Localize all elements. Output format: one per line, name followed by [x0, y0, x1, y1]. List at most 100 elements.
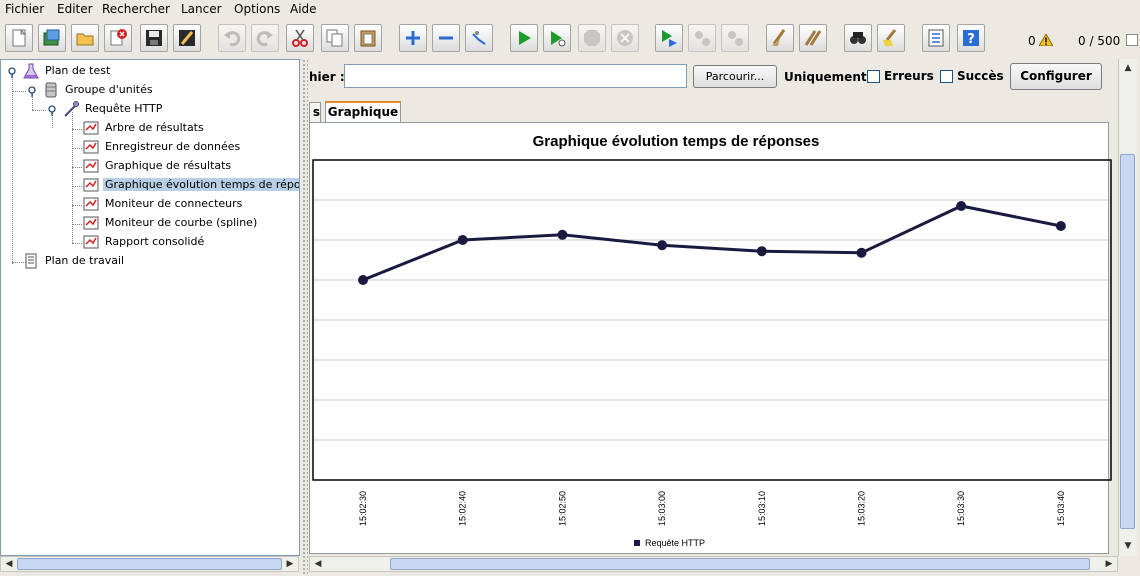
templates-icon: [43, 29, 60, 46]
help-button[interactable]: ?: [957, 24, 985, 52]
tree-item-connection-monitor[interactable]: Moniteur de connecteurs: [83, 195, 244, 213]
tree-horizontal-scrollbar[interactable]: ◀ ▶: [0, 556, 299, 572]
menu-fichier[interactable]: Fichier: [5, 2, 44, 16]
toggle-button[interactable]: [465, 24, 493, 52]
menu-rechercher[interactable]: Rechercher: [102, 2, 170, 16]
file-label: hier :: [309, 70, 345, 84]
panel-splitter[interactable]: [302, 59, 308, 576]
configure-button[interactable]: Configurer: [1010, 63, 1102, 90]
templates-button[interactable]: [38, 24, 66, 52]
tree-item-label: Arbre de résultats: [105, 121, 204, 134]
save-button[interactable]: [140, 24, 168, 52]
thread-group-icon: [45, 82, 57, 98]
search-button[interactable]: [844, 24, 872, 52]
threads-counter: 0 / 500: [1078, 34, 1121, 48]
tree-item-results-graph[interactable]: Graphique de résultats: [83, 157, 233, 175]
stop-button[interactable]: [578, 24, 606, 52]
data-point: [457, 235, 468, 245]
menu-options[interactable]: Options: [234, 2, 280, 16]
scrollbar-thumb[interactable]: [390, 558, 1090, 570]
tree-item-data-recorder[interactable]: Enregistreur de données: [83, 138, 242, 156]
menu-lancer[interactable]: Lancer: [181, 2, 222, 16]
tree-item-label: Groupe d'unités: [65, 83, 153, 96]
start-no-pause-icon: [551, 31, 566, 47]
tree-expander-icon[interactable]: [27, 86, 39, 98]
workbench-icon: [25, 253, 37, 269]
browse-button[interactable]: Parcourir...: [693, 65, 777, 88]
tree-item-aggregate-report[interactable]: Rapport consolidé: [83, 233, 206, 251]
tree-item-thread-group[interactable]: Groupe d'unités: [43, 81, 155, 99]
shutdown-button[interactable]: [611, 24, 639, 52]
tree-connector: [12, 91, 26, 92]
function-helper-button[interactable]: [922, 24, 950, 52]
paste-button[interactable]: [354, 24, 382, 52]
start-no-pause-button[interactable]: [543, 24, 571, 52]
clear-button[interactable]: [766, 24, 794, 52]
new-button[interactable]: [5, 24, 33, 52]
errors-checkbox[interactable]: [867, 70, 880, 83]
remote-start-button[interactable]: [655, 24, 683, 52]
file-input[interactable]: [344, 64, 687, 88]
tree-item-workbench[interactable]: Plan de travail: [23, 252, 126, 270]
panel-horizontal-scrollbar[interactable]: ◀ ▶: [309, 556, 1118, 572]
start-button[interactable]: [510, 24, 538, 52]
tree-expander-icon[interactable]: [7, 67, 19, 79]
cut-button[interactable]: [286, 24, 314, 52]
remote-shutdown-button[interactable]: [721, 24, 749, 52]
paste-icon: [360, 30, 376, 47]
scroll-right-arrow-icon[interactable]: ▶: [283, 557, 297, 571]
open-button[interactable]: [71, 24, 99, 52]
x-tick-label: 15:03:30: [956, 491, 966, 526]
copy-button[interactable]: [321, 24, 349, 52]
x-tick-label: 15:02:50: [557, 491, 567, 526]
scroll-up-arrow-icon[interactable]: ▲: [1121, 61, 1135, 75]
menu-editer[interactable]: Editer: [57, 2, 93, 16]
remote-shutdown-icon: [728, 31, 743, 46]
tree-item-response-time-graph[interactable]: Graphique évolution temps de réponses: [83, 176, 299, 194]
undo-button[interactable]: [218, 24, 246, 52]
open-icon: [76, 33, 94, 46]
scroll-down-arrow-icon[interactable]: ▼: [1121, 539, 1135, 553]
tree-item-label: Moniteur de connecteurs: [105, 197, 243, 210]
scrollbar-thumb[interactable]: [17, 558, 282, 570]
menu-aide[interactable]: Aide: [290, 2, 317, 16]
test-plan-icon: [23, 63, 39, 79]
expand-button[interactable]: [399, 24, 427, 52]
remote-start-icon: [662, 30, 677, 47]
vertical-scrollbar[interactable]: ▲ ▼: [1118, 59, 1137, 556]
clear-all-button[interactable]: [799, 24, 827, 52]
tree-expander-icon[interactable]: [47, 105, 59, 117]
x-tick-label: 15:03:00: [657, 491, 667, 526]
test-plan-tree[interactable]: Plan de test Groupe d'unités Requête HTT…: [0, 59, 300, 556]
listener-icon: [83, 197, 99, 211]
close-button[interactable]: [104, 24, 132, 52]
collapse-button[interactable]: [432, 24, 460, 52]
chart-legend: Requête HTTP: [634, 538, 705, 548]
edit-icon: [179, 30, 195, 46]
tree-connector: [72, 243, 82, 244]
tree-item-spline-monitor[interactable]: Moniteur de courbe (spline): [83, 214, 259, 232]
tree-item-http-request[interactable]: Requête HTTP: [63, 100, 164, 118]
tree-connector: [72, 205, 82, 206]
scrollbar-thumb[interactable]: [1120, 154, 1135, 529]
remote-stop-button[interactable]: [688, 24, 716, 52]
tree-item-label: Enregistreur de données: [105, 140, 241, 153]
listener-icon: [83, 159, 99, 173]
tab-previous[interactable]: s: [309, 102, 321, 122]
new-icon: [12, 28, 27, 47]
svg-text:?: ?: [967, 32, 975, 47]
scroll-right-arrow-icon[interactable]: ▶: [1102, 557, 1116, 571]
scroll-left-arrow-icon[interactable]: ◀: [2, 557, 16, 571]
tab-graph[interactable]: Graphique: [325, 101, 401, 123]
collapse-icon: [439, 36, 453, 40]
success-checkbox[interactable]: [940, 70, 953, 83]
tree-connector: [72, 186, 82, 187]
tree-item-results-tree[interactable]: Arbre de résultats: [83, 119, 206, 137]
edit-button[interactable]: [173, 24, 201, 52]
reset-search-button[interactable]: [877, 24, 905, 52]
redo-icon: [256, 31, 273, 47]
tree-item-test-plan[interactable]: Plan de test: [23, 62, 112, 80]
scroll-left-arrow-icon[interactable]: ◀: [311, 557, 325, 571]
legend-label: Requête HTTP: [645, 538, 705, 548]
redo-button[interactable]: [251, 24, 279, 52]
